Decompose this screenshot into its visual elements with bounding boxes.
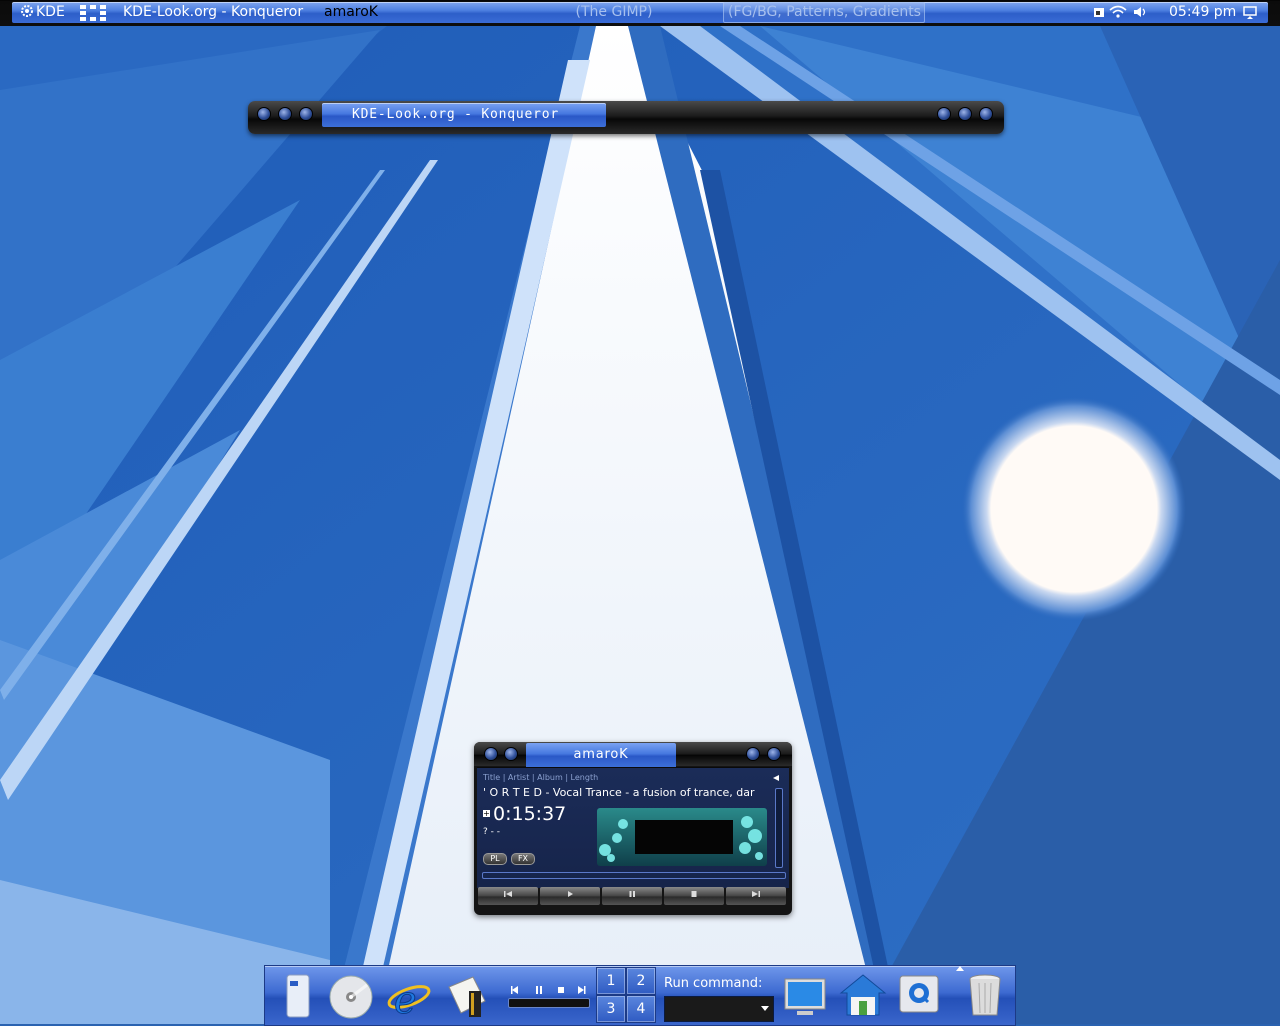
pause-icon: [629, 891, 635, 897]
home-icon[interactable]: [839, 971, 887, 1019]
stop-button[interactable]: [664, 887, 724, 905]
dock-expand-icon[interactable]: [956, 966, 964, 971]
svg-text:e: e: [394, 978, 417, 1019]
play-button[interactable]: [540, 887, 600, 905]
top-panel: KDE KDE-Look.org - Konqueror amaroK (The…: [0, 0, 1280, 26]
trash-icon[interactable]: [961, 971, 1009, 1019]
amarok-status: ? - -: [483, 827, 500, 837]
konqueror-title-tab: KDE-Look.org - Konqueror: [322, 103, 606, 127]
chevron-down-icon[interactable]: [761, 1006, 769, 1011]
amarok-minimize-button[interactable]: [747, 748, 759, 760]
close-button[interactable]: [980, 108, 992, 120]
taskbar-item-gimp-label: (The GIMP): [575, 4, 653, 20]
amarok-sticky-button[interactable]: [505, 748, 517, 760]
effects-button[interactable]: FX: [511, 853, 535, 865]
taskbar-item-konqueror[interactable]: KDE-Look.org - Konqueror: [123, 2, 303, 23]
internet-explorer-icon[interactable]: e: [385, 971, 433, 1019]
kde-menu-label: KDE: [36, 4, 65, 20]
amarok-player-body: Title | Artist | Album | Length ' O R T …: [477, 767, 789, 888]
quicktime-icon[interactable]: [895, 971, 943, 1019]
wifi-icon[interactable]: [1109, 5, 1127, 19]
bottom-dock: e 1 2 3 4 Run command:: [264, 965, 1016, 1026]
amarok-close-button[interactable]: [768, 748, 780, 760]
media-player-icon[interactable]: [273, 971, 321, 1019]
books-icon[interactable]: [443, 971, 491, 1019]
monitor-icon[interactable]: [781, 971, 829, 1019]
amarok-title-tab: amaroK: [526, 743, 676, 767]
konqueror-window-titlebar[interactable]: KDE-Look.org - Konqueror: [248, 101, 1004, 134]
amarok-column-header: Title | Artist | Album | Length: [483, 773, 599, 782]
maximize-button[interactable]: [959, 108, 971, 120]
amarok-menu-button[interactable]: [485, 748, 497, 760]
tray-app-icon[interactable]: [1092, 5, 1106, 19]
amarok-visualizer[interactable]: [597, 808, 767, 866]
amarok-track-title: ' O R T E D - Vocal Trance - a fusion of…: [483, 786, 755, 799]
window-menu-button[interactable]: [258, 108, 270, 120]
desktop-switcher-button[interactable]: [78, 2, 112, 23]
scroll-left-icon[interactable]: [772, 774, 780, 782]
taskbar-item-gimp[interactable]: (The GIMP): [524, 2, 704, 23]
volume-icon[interactable]: [1133, 5, 1149, 19]
amarok-window: amaroK Title | Artist | Album | Length '…: [474, 742, 792, 915]
pager-desktop-3[interactable]: 3: [596, 995, 626, 1023]
taskbar-item-gimp-dialog[interactable]: (FG/BG, Patterns, Gradients: [723, 2, 925, 23]
next-button[interactable]: [726, 887, 786, 905]
shade-button[interactable]: [300, 108, 312, 120]
mini-player-slider[interactable]: [508, 998, 590, 1008]
sticky-button[interactable]: [279, 108, 291, 120]
desktop-pager: 1 2 3 4: [596, 967, 658, 1023]
top-panel-bar: KDE KDE-Look.org - Konqueror amaroK (The…: [12, 2, 1268, 23]
volume-slider[interactable]: [775, 788, 783, 868]
konqueror-title: KDE-Look.org - Konqueror: [352, 107, 560, 122]
clock[interactable]: 05:49 pm: [1169, 2, 1236, 23]
stop-icon: [691, 891, 697, 897]
amarok-time-display[interactable]: 0:15:37: [493, 803, 566, 825]
amarok-controls: [477, 887, 789, 909]
previous-button[interactable]: [478, 887, 538, 905]
mini-player-controls[interactable]: [510, 984, 588, 996]
next-icon: [752, 891, 760, 897]
minimize-button[interactable]: [938, 108, 950, 120]
kde-gear-icon: [21, 5, 33, 17]
pager-desktop-1[interactable]: 1: [596, 967, 626, 995]
time-toggle-icon[interactable]: +: [483, 810, 490, 818]
pager-desktop-2[interactable]: 2: [626, 967, 656, 995]
pause-button[interactable]: [602, 887, 662, 905]
pager-desktop-4[interactable]: 4: [626, 995, 656, 1023]
seek-bar[interactable]: [482, 872, 786, 879]
amarok-title: amaroK: [573, 747, 629, 762]
cd-icon[interactable]: [327, 971, 375, 1019]
previous-icon: [504, 891, 512, 897]
playlist-button[interactable]: PL: [483, 853, 507, 865]
play-icon: [568, 891, 573, 897]
run-command-input[interactable]: [664, 996, 774, 1022]
display-icon[interactable]: [1242, 5, 1258, 19]
run-command-label: Run command:: [664, 976, 763, 991]
taskbar-item-amarok[interactable]: amaroK: [324, 2, 378, 23]
desktop-grid-icon: [80, 5, 106, 21]
amarok-titlebar[interactable]: amaroK: [474, 742, 792, 767]
kde-menu-button[interactable]: KDE: [20, 2, 70, 23]
